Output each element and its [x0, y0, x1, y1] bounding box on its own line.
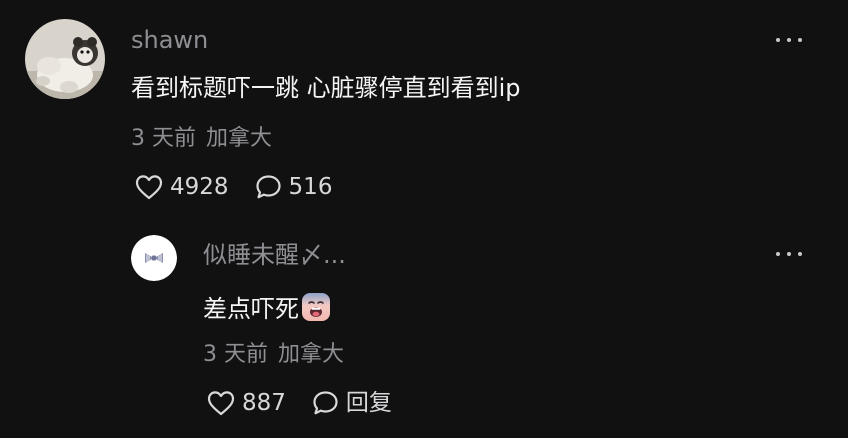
teddy-bear-avatar-icon [25, 19, 105, 99]
reply-actions: 887 回复 [207, 390, 392, 416]
reply-more-options-icon[interactable] [776, 249, 802, 259]
bow-avatar-icon [131, 235, 177, 281]
reply-location: 加拿大 [278, 342, 345, 367]
reply-item: 似睡未醒〆... 差点吓死 3 天前 加拿大 887 回复 [0, 220, 848, 438]
reply-text: 差点吓死 [203, 295, 299, 323]
user-avatar[interactable] [25, 19, 105, 99]
comment-time: 3 天前 [131, 126, 196, 151]
heart-icon [207, 391, 235, 416]
reply-button[interactable]: 回复 [312, 390, 392, 416]
reply-avatar[interactable] [131, 235, 177, 281]
comment-meta: 3 天前 加拿大 [131, 128, 272, 150]
reply-count-button[interactable]: 516 [255, 173, 333, 200]
reply-time: 3 天前 [203, 342, 268, 367]
like-count: 4928 [170, 173, 229, 200]
comment-actions: 4928 516 [135, 174, 332, 200]
reply-meta: 3 天前 加拿大 [203, 344, 344, 366]
comment-location: 加拿大 [206, 126, 273, 151]
reply-count: 516 [288, 173, 333, 200]
reply-like-button[interactable]: 887 [207, 390, 286, 416]
reply-text-row: 差点吓死 [203, 292, 331, 326]
reply-like-count: 887 [242, 389, 286, 416]
comment-bubble-icon [255, 175, 281, 199]
comment-bubble-icon [313, 391, 338, 415]
anguished-face-emoji-icon [301, 292, 331, 326]
comment-item: shawn 看到标题吓一跳 心脏骤停直到看到ip 3 天前 加拿大 4928 51… [0, 0, 848, 220]
heart-icon [135, 175, 163, 200]
like-button[interactable]: 4928 [135, 174, 229, 200]
reply-username[interactable]: 似睡未醒〆... [203, 243, 346, 267]
more-options-icon[interactable] [776, 35, 802, 45]
comment-text: 看到标题吓一跳 心脏骤停直到看到ip [131, 74, 521, 102]
comment-username[interactable]: shawn [131, 28, 208, 52]
reply-button-label: 回复 [345, 389, 392, 416]
